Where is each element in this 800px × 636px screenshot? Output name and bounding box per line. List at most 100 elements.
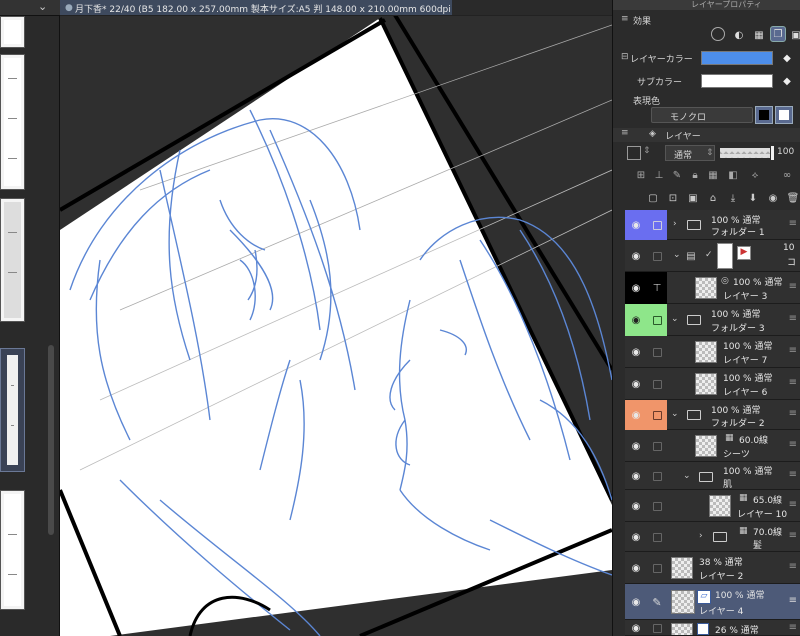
page-thumbnail[interactable] <box>0 54 25 190</box>
layer-row[interactable]: ◉ ⊤ ◎ 100 % 通常 レイヤー 3 ≡ <box>625 272 800 304</box>
layer-row[interactable]: ◉ 26 % 通常 ≡ <box>625 620 800 636</box>
eye-icon[interactable]: ◉ <box>625 336 647 368</box>
new-vector-layer-icon[interactable]: ⊡ <box>665 190 681 206</box>
layer-color-toggle-icon[interactable]: ❐ <box>770 26 786 42</box>
drag-handle-icon[interactable]: ≡ <box>789 595 797 606</box>
sub-fill-bucket-icon[interactable]: ◆ <box>779 73 795 89</box>
eye-icon[interactable]: ◉ <box>625 620 647 635</box>
drag-handle-icon[interactable]: ≡ <box>789 377 797 388</box>
layer-color-swatch[interactable] <box>701 51 773 65</box>
layer-row[interactable]: ◉ › 100 % 通常 フォルダー 1 ≡ <box>625 210 800 240</box>
eye-icon[interactable]: ◉ <box>625 240 647 272</box>
chevron-down-icon[interactable]: ⌄ <box>683 471 691 481</box>
drag-handle-icon[interactable]: ≡ <box>789 439 797 450</box>
layer-row[interactable]: ◉ ▦ 65.0線 レイヤー 10 ≡ <box>625 490 800 522</box>
drag-handle-icon[interactable]: ≡ <box>789 561 797 572</box>
pin-icon[interactable]: ⊤ <box>647 272 667 304</box>
drag-handle-icon[interactable]: ≡ <box>789 281 797 292</box>
layer-row[interactable]: ◉ › ▦ 70.0線 髪 ≡ <box>625 522 800 552</box>
drag-handle-icon[interactable]: ≡ <box>789 622 797 633</box>
drag-handle-icon[interactable]: ≡ <box>789 408 797 419</box>
lock-toggle[interactable] <box>647 430 667 462</box>
lock-toggle[interactable] <box>647 368 667 400</box>
opacity-slider-handle[interactable] <box>771 146 774 160</box>
page-thumbnail[interactable] <box>0 16 25 48</box>
chevron-down-icon[interactable]: ⌄ <box>38 0 47 13</box>
eye-icon[interactable]: ◉ <box>625 368 647 400</box>
layer-panel-menu-icon[interactable]: ≡ <box>621 128 629 138</box>
chevron-down-icon[interactable]: ⌄ <box>671 314 679 324</box>
chevron-right-icon[interactable]: › <box>699 531 703 541</box>
document-tab[interactable]: ● 月下香* 22/40 (B5 182.00 x 257.00mm 製本サイズ… <box>60 0 486 16</box>
page-thumbnail[interactable] <box>0 198 25 322</box>
eye-icon[interactable]: ◉ <box>625 584 647 620</box>
lock-toggle[interactable] <box>647 552 667 584</box>
lock-toggle[interactable] <box>647 304 667 336</box>
black-color-toggle[interactable] <box>755 106 773 124</box>
lock-toggle[interactable] <box>647 462 667 490</box>
layer-row[interactable]: ◉ ⌄ 100 % 通常 肌 ≡ <box>625 462 800 490</box>
lock-toggle[interactable] <box>647 490 667 522</box>
lock-icon[interactable]: 🔒︎ <box>687 167 703 183</box>
lock-toggle[interactable] <box>647 620 667 635</box>
expression-color-select[interactable]: モノクロ <box>651 107 753 123</box>
new-folder-icon[interactable]: ⌂ <box>705 190 721 206</box>
drag-handle-icon[interactable]: ≡ <box>789 530 797 541</box>
draft-layer-icon[interactable]: ✎ <box>669 167 685 183</box>
transfer-down-icon[interactable]: ⤓ <box>725 190 741 206</box>
lock-toggle[interactable] <box>647 522 667 552</box>
canvas[interactable] <box>60 0 612 636</box>
chevron-down-icon[interactable]: ⌄ <box>673 250 681 260</box>
panel-menu-icon[interactable]: ≡ <box>621 14 629 24</box>
drag-handle-icon[interactable]: ≡ <box>789 313 797 324</box>
clip-icon[interactable]: ⊥ <box>651 167 667 183</box>
blend-mode-select[interactable]: 通常 ⇕ <box>665 145 715 161</box>
layer-row[interactable]: ◉ ⌄ ▤ ✓ ▶ 10 コ <box>625 240 800 272</box>
layer-row[interactable]: ◉ ⌄ 100 % 通常 フォルダー 3 ≡ <box>625 304 800 336</box>
sub-color-swatch[interactable] <box>701 74 773 88</box>
chevron-updown-icon[interactable]: ⇕ <box>643 146 651 156</box>
layer-row[interactable]: ◉ 100 % 通常 レイヤー 6 ≡ <box>625 368 800 400</box>
reference-layer-icon[interactable]: ⊞ <box>633 167 649 183</box>
drag-handle-icon[interactable]: ≡ <box>789 345 797 356</box>
pen-icon[interactable]: ✎ <box>647 584 667 620</box>
extract-line-icon[interactable]: ▣ <box>788 27 800 43</box>
link-icon[interactable]: ∞ <box>779 167 795 183</box>
mask-icon[interactable]: ◧ <box>725 167 741 183</box>
drag-handle-icon[interactable]: ≡ <box>789 469 797 480</box>
tone-effect-icon[interactable]: ▦ <box>751 27 767 43</box>
layer-row[interactable]: ◉ 38 % 通常 レイヤー 2 ≡ <box>625 552 800 584</box>
eye-icon[interactable]: ◉ <box>625 304 647 336</box>
eye-icon[interactable]: ◉ <box>625 462 647 490</box>
layer-row[interactable]: ◉ ▦ 60.0線 シーツ ≡ <box>625 430 800 462</box>
eye-icon[interactable]: ◉ <box>625 490 647 522</box>
eye-icon[interactable]: ◉ <box>625 272 647 304</box>
opacity-slider[interactable] <box>720 148 770 158</box>
lock-toggle[interactable] <box>647 400 667 430</box>
lock-toggle[interactable] <box>647 240 667 272</box>
chevron-down-icon[interactable]: ⌄ <box>671 409 679 419</box>
layer-row[interactable]: ◉ ⌄ 100 % 通常 フォルダー 2 ≡ <box>625 400 800 430</box>
eye-icon[interactable]: ◉ <box>625 522 647 552</box>
chevron-right-icon[interactable]: › <box>673 219 677 229</box>
page-thumbnail-strip[interactable]: ⌄ <box>0 0 60 636</box>
trash-icon[interactable]: 🗑︎ <box>785 190 800 206</box>
layer-color-toggle[interactable]: ⊟ <box>621 52 629 62</box>
merge-icon[interactable]: ⬇ <box>745 190 761 206</box>
new-tone-layer-icon[interactable]: ▣ <box>685 190 701 206</box>
lock-toggle[interactable] <box>647 336 667 368</box>
lock-transparent-icon[interactable]: ▦ <box>705 167 721 183</box>
lock-toggle[interactable] <box>647 210 667 240</box>
layer-color-effect-icon[interactable]: ◐ <box>731 27 747 43</box>
thumbnail-scrollbar[interactable] <box>48 345 54 535</box>
drag-handle-icon[interactable]: ≡ <box>789 499 797 510</box>
page-thumbnail[interactable] <box>0 490 25 610</box>
mask-create-icon[interactable]: ◉ <box>765 190 781 206</box>
white-color-toggle[interactable] <box>775 106 793 124</box>
eye-icon[interactable]: ◉ <box>625 400 647 430</box>
new-raster-layer-icon[interactable]: ▢ <box>645 190 661 206</box>
eye-icon[interactable]: ◉ <box>625 552 647 584</box>
page-thumbnail-selected[interactable] <box>0 348 25 472</box>
ruler-icon[interactable]: ⟡ <box>747 167 763 183</box>
border-effect-icon[interactable] <box>711 27 725 41</box>
